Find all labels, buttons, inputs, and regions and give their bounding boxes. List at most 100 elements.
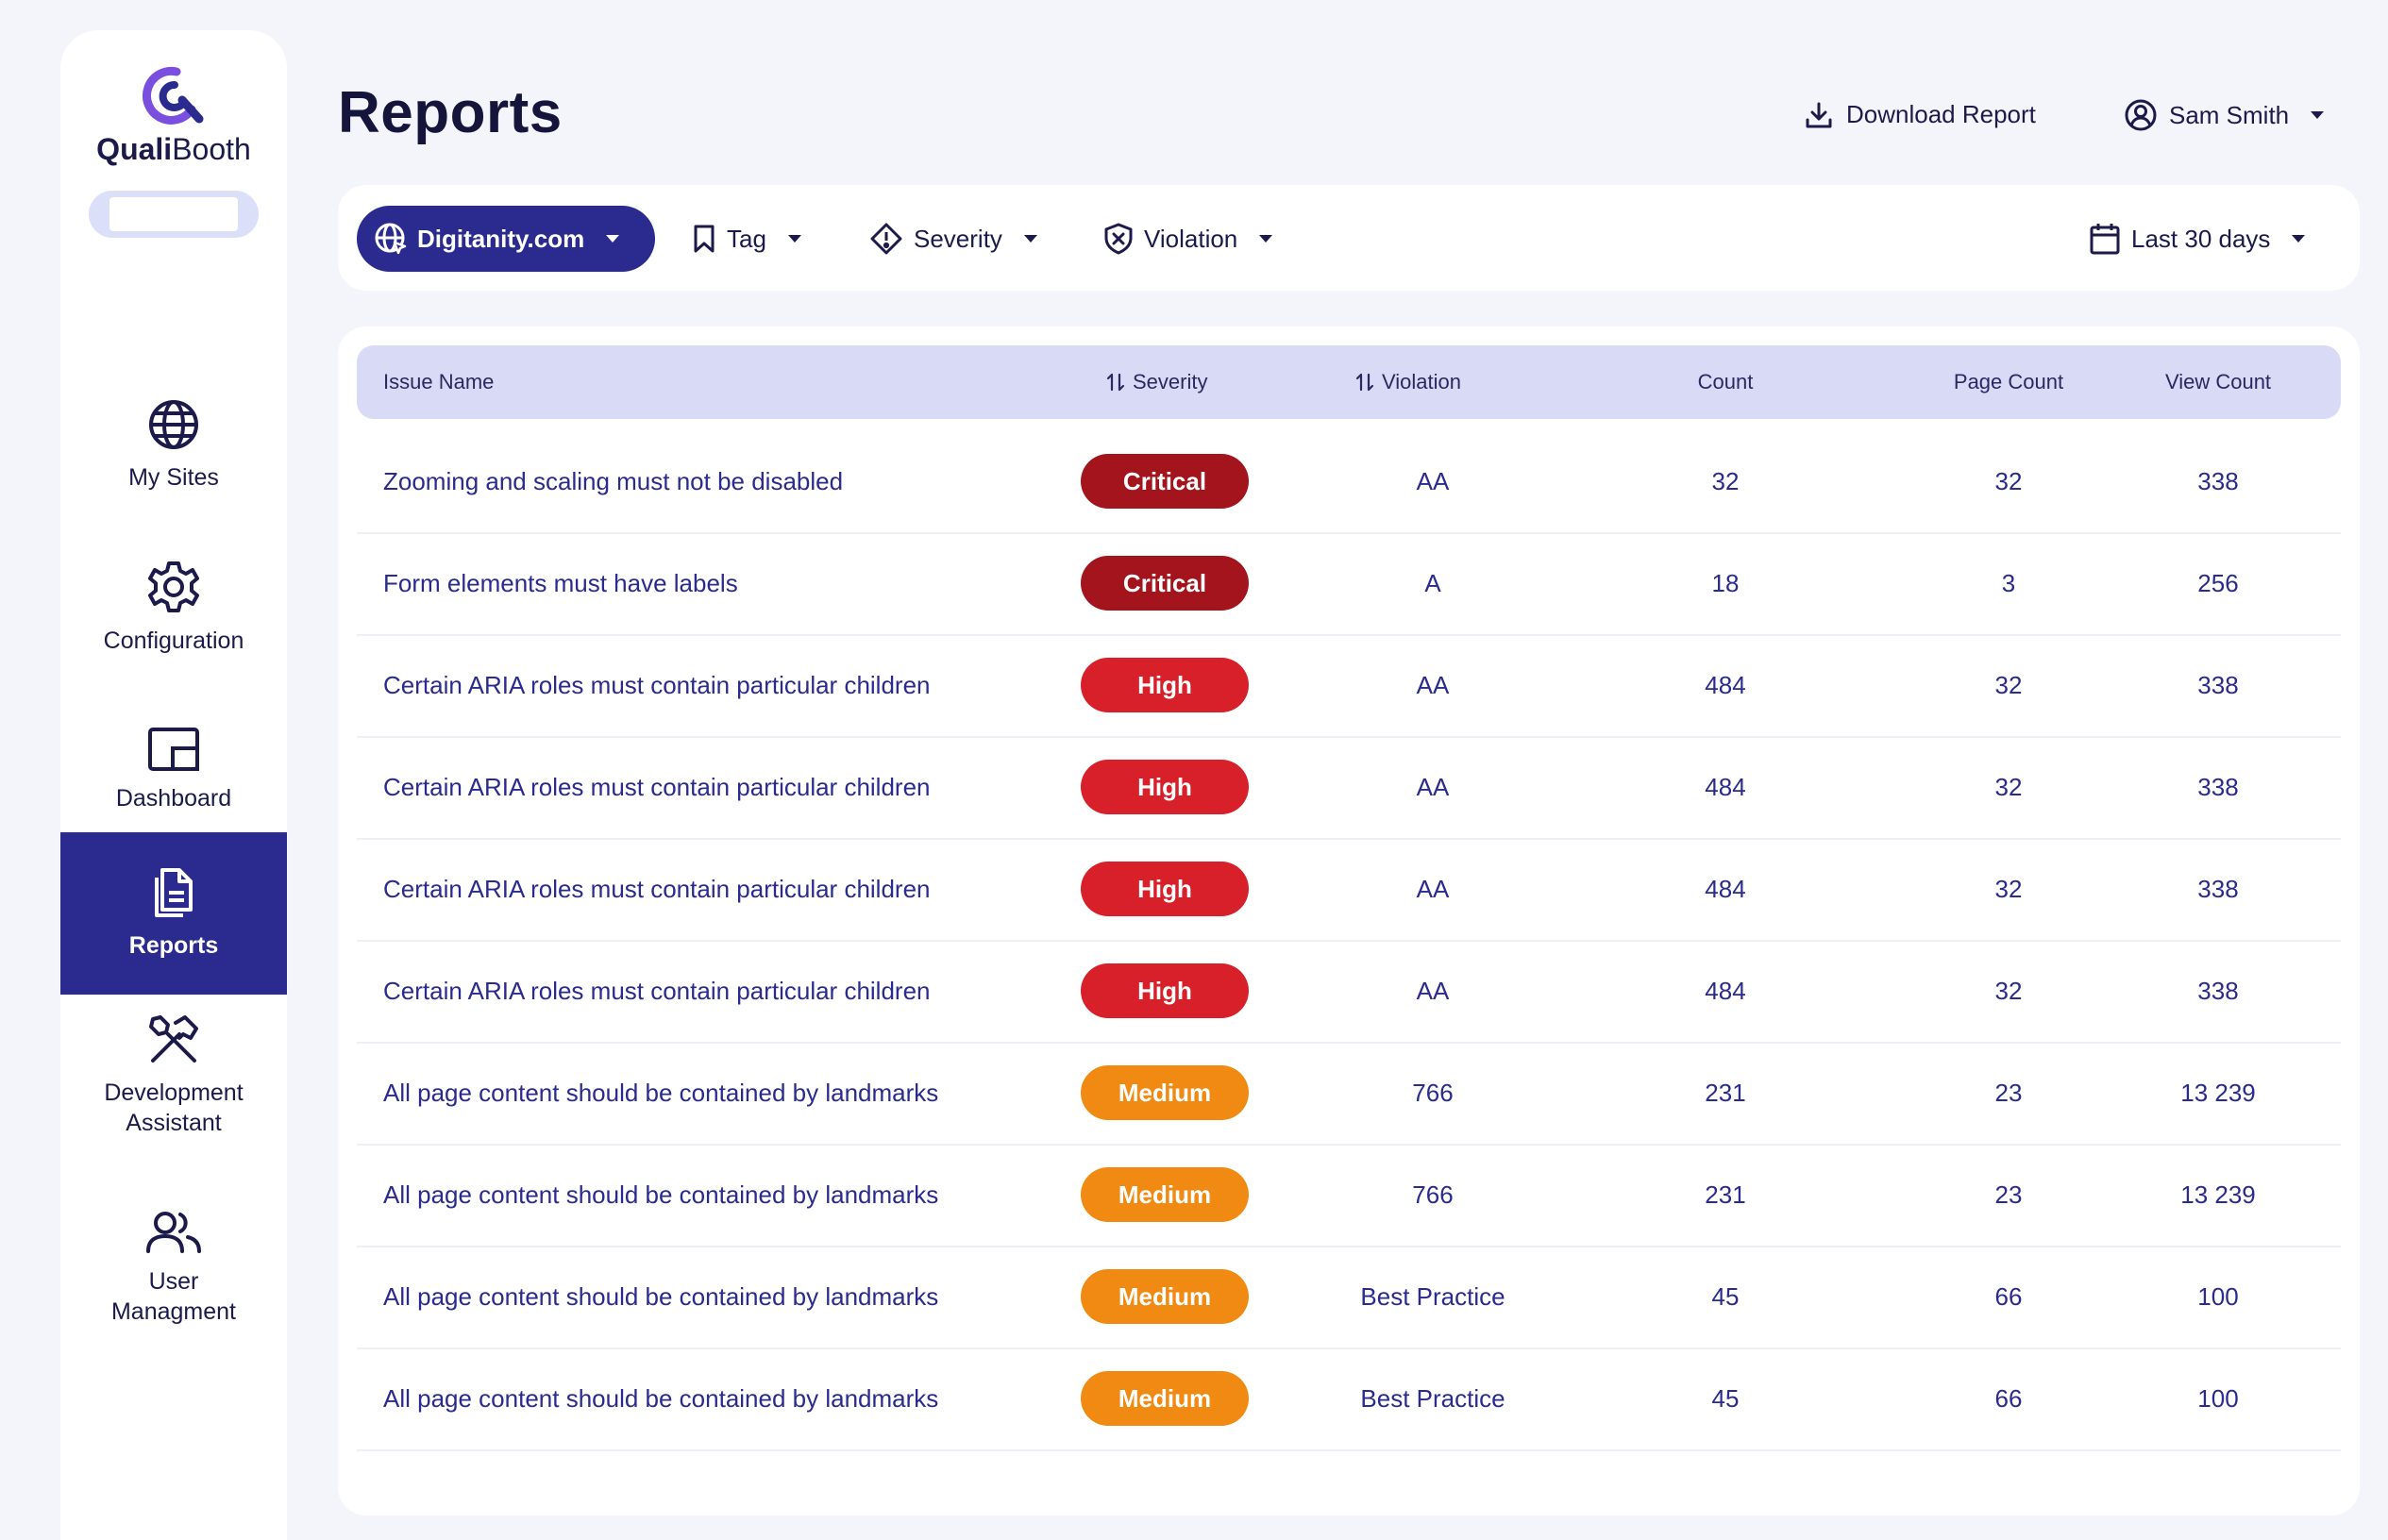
violation-cell: A xyxy=(1424,568,1441,597)
column-header-severity[interactable]: Severity xyxy=(1106,345,1207,419)
calendar-icon xyxy=(2090,224,2120,255)
table-row[interactable]: Certain ARIA roles must contain particul… xyxy=(357,838,2341,942)
tag-filter-label: Tag xyxy=(727,224,766,253)
severity-cell: High xyxy=(1080,634,1250,736)
count-cell: 45 xyxy=(1711,1383,1740,1413)
column-header-issue-name[interactable]: Issue Name xyxy=(383,345,494,419)
sidebar-item-my-sites[interactable]: My Sites xyxy=(60,364,287,527)
severity-cell: Medium xyxy=(1080,1348,1250,1449)
issue-name-cell[interactable]: Certain ARIA roles must contain particul… xyxy=(383,736,931,838)
severity-badge: Critical xyxy=(1081,454,1249,509)
page-count-cell: 32 xyxy=(1994,874,2023,903)
severity-badge: High xyxy=(1081,760,1249,814)
column-header-view-count[interactable]: View Count xyxy=(2105,345,2331,419)
severity-cell: High xyxy=(1080,940,1250,1042)
view-count-cell: 338 xyxy=(2197,976,2239,1005)
view-count-cell: 100 xyxy=(2197,1383,2239,1413)
user-menu[interactable]: Sam Smith xyxy=(2124,98,2325,132)
dashboard-icon xyxy=(148,728,199,771)
column-header-count[interactable]: Count xyxy=(1659,345,1791,419)
page-count-cell: 32 xyxy=(1994,670,2023,699)
issue-name-cell[interactable]: Certain ARIA roles must contain particul… xyxy=(383,634,931,736)
sidebar-search-field[interactable] xyxy=(89,191,259,238)
globe-icon xyxy=(149,400,198,449)
report-table-card: Issue Name Severity Violation Count Page… xyxy=(338,326,2360,1515)
violation-filter[interactable]: Violation xyxy=(1104,206,1273,272)
chevron-down-icon xyxy=(606,235,620,243)
sidebar-item-user-managment[interactable]: User Managment xyxy=(60,1187,287,1349)
sidebar: QualiBooth My Sites Configuration Dashbo… xyxy=(60,30,287,1540)
column-header-page-count[interactable]: Page Count xyxy=(1895,345,2122,419)
severity-cell: High xyxy=(1080,838,1250,940)
count-cell: 231 xyxy=(1705,1180,1746,1209)
severity-badge: Medium xyxy=(1081,1371,1249,1426)
page-title: Reports xyxy=(338,80,563,145)
issue-name-cell[interactable]: All page content should be contained by … xyxy=(383,1042,938,1144)
brand-logo[interactable]: QualiBooth xyxy=(60,64,287,167)
sidebar-item-label: My Sites xyxy=(128,464,219,491)
table-row[interactable]: Zooming and scaling must not be disabled… xyxy=(357,430,2341,534)
chevron-down-icon xyxy=(1259,235,1273,243)
table-row[interactable]: All page content should be contained by … xyxy=(357,1042,2341,1146)
site-selector-label: Digitanity.com xyxy=(417,224,585,253)
date-range-label: Last 30 days xyxy=(2131,224,2271,253)
view-count-cell: 338 xyxy=(2197,670,2239,699)
view-count-cell: 338 xyxy=(2197,874,2239,903)
sidebar-item-development-assistant[interactable]: Development Assistant xyxy=(60,995,287,1157)
download-report-label: Download Report xyxy=(1846,100,2036,128)
page-count-cell: 66 xyxy=(1994,1281,2023,1311)
sidebar-item-label: User Managment xyxy=(110,1268,237,1325)
sidebar-item-reports[interactable]: Reports xyxy=(60,832,287,995)
sort-icon xyxy=(1355,373,1374,392)
count-cell: 484 xyxy=(1705,670,1746,699)
issue-name-cell[interactable]: All page content should be contained by … xyxy=(383,1246,938,1348)
page-count-cell: 32 xyxy=(1994,466,2023,495)
violation-cell: 766 xyxy=(1412,1180,1454,1209)
violation-cell: AA xyxy=(1416,466,1450,495)
table-row[interactable]: Certain ARIA roles must contain particul… xyxy=(357,940,2341,1044)
user-name: Sam Smith xyxy=(2169,100,2290,129)
issue-name-cell[interactable]: All page content should be contained by … xyxy=(383,1348,938,1449)
page-count-cell: 66 xyxy=(1994,1383,2023,1413)
table-row[interactable]: All page content should be contained by … xyxy=(357,1246,2341,1349)
globe-cursor-icon xyxy=(375,223,407,255)
download-report-button[interactable]: Download Report xyxy=(1805,100,2036,129)
shield-x-icon xyxy=(1104,223,1133,255)
column-header-violation[interactable]: Violation xyxy=(1355,345,1461,419)
issue-name-cell[interactable]: Zooming and scaling must not be disabled xyxy=(383,430,843,532)
severity-filter[interactable]: Severity xyxy=(870,206,1038,272)
severity-cell: Medium xyxy=(1080,1246,1250,1348)
violation-cell: Best Practice xyxy=(1360,1383,1505,1413)
severity-cell: High xyxy=(1080,736,1250,838)
issue-name-cell[interactable]: Certain ARIA roles must contain particul… xyxy=(383,940,931,1042)
issue-name-cell[interactable]: All page content should be contained by … xyxy=(383,1144,938,1246)
users-icon xyxy=(146,1212,201,1253)
severity-badge: Medium xyxy=(1081,1167,1249,1222)
severity-badge: High xyxy=(1081,963,1249,1018)
table-header: Issue Name Severity Violation Count Page… xyxy=(357,345,2341,419)
column-header-label: Count xyxy=(1697,370,1754,393)
sidebar-item-dashboard[interactable]: Dashboard xyxy=(60,689,287,851)
view-count-cell: 13 239 xyxy=(2180,1078,2256,1107)
download-icon xyxy=(1806,102,1832,127)
sidebar-item-label: Configuration xyxy=(103,628,244,654)
sort-icon xyxy=(1106,373,1125,392)
date-range-filter[interactable]: Last 30 days xyxy=(2090,206,2306,272)
table-row[interactable]: All page content should be contained by … xyxy=(357,1348,2341,1451)
site-selector[interactable]: Digitanity.com xyxy=(357,206,655,272)
page-count-cell: 32 xyxy=(1994,976,2023,1005)
table-row[interactable]: Form elements must have labels Critical A 1… xyxy=(357,532,2341,636)
count-cell: 45 xyxy=(1711,1281,1740,1311)
tag-filter[interactable]: Tag xyxy=(693,206,802,272)
table-row[interactable]: All page content should be contained by … xyxy=(357,1144,2341,1247)
issue-name-cell[interactable]: Form elements must have labels xyxy=(383,532,738,634)
sidebar-item-configuration[interactable]: Configuration xyxy=(60,527,287,689)
column-header-label: View Count xyxy=(2164,370,2272,393)
filter-bar: Digitanity.com Tag Severity Violation La… xyxy=(338,185,2360,291)
severity-badge: Medium xyxy=(1081,1065,1249,1120)
severity-badge: High xyxy=(1081,658,1249,712)
issue-name-cell[interactable]: Certain ARIA roles must contain particul… xyxy=(383,838,931,940)
table-row[interactable]: Certain ARIA roles must contain particul… xyxy=(357,736,2341,840)
severity-badge: Critical xyxy=(1081,556,1249,611)
table-row[interactable]: Certain ARIA roles must contain particul… xyxy=(357,634,2341,738)
